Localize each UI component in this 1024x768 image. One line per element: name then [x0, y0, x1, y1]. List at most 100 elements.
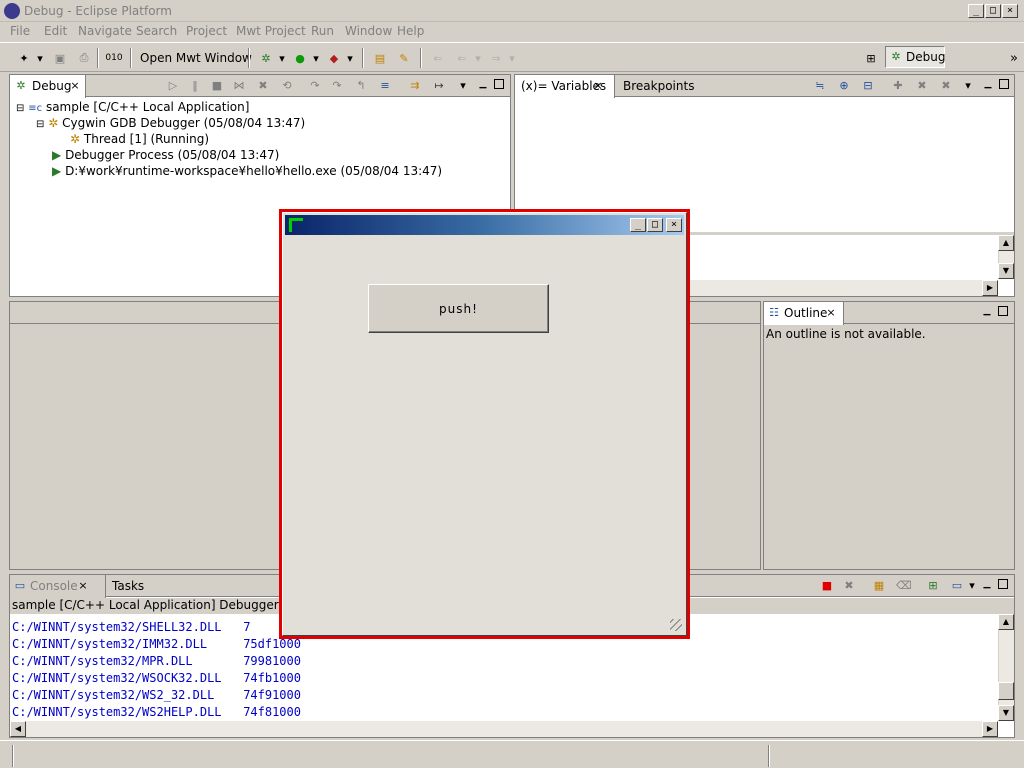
suspend-icon[interactable]: ‖ [188, 79, 202, 93]
tree-node[interactable]: ⊟ ≡c sample [C/C++ Local Application] [16, 100, 249, 114]
new-dropdown-icon[interactable]: ▾ [36, 50, 44, 66]
maximize-view-icon[interactable] [998, 579, 1008, 589]
maximize-view-icon[interactable] [999, 79, 1009, 89]
external-tools-dropdown-icon[interactable]: ▾ [346, 50, 354, 66]
mwt-titlebar[interactable]: _ □ × [285, 215, 684, 235]
remove-terminated-icon[interactable]: ✖ [256, 79, 270, 93]
terminate-icon[interactable]: ■ [820, 579, 834, 593]
mwt-maximize-button[interactable]: □ [647, 218, 663, 232]
instruction-step-icon[interactable]: ≡ [378, 79, 392, 93]
close-button[interactable]: × [1002, 4, 1018, 18]
save-icon[interactable]: ▣ [52, 50, 68, 66]
scroll-up-icon[interactable]: ▲ [998, 614, 1014, 630]
close-icon[interactable]: × [68, 79, 82, 93]
collapse-all-icon[interactable]: ⊟ [861, 79, 875, 93]
menu-mwt-project[interactable]: Mwt Project [236, 24, 306, 38]
menu-navigate[interactable]: Navigate [78, 24, 132, 38]
close-icon[interactable]: × [824, 306, 838, 320]
run-icon[interactable]: ● [292, 50, 308, 66]
tab-outline[interactable]: ☷ Outline × [764, 302, 844, 325]
debug-perspective-button[interactable]: ✲ Debug [885, 46, 945, 68]
run-dropdown-icon[interactable]: ▾ [312, 50, 320, 66]
debug-dropdown-icon[interactable]: ▾ [278, 50, 286, 66]
maximize-view-icon[interactable] [998, 306, 1008, 316]
minimize-button[interactable]: _ [968, 4, 984, 18]
menu-window[interactable]: Window [345, 24, 392, 38]
restart-icon[interactable]: ⟲ [280, 79, 294, 93]
tab-tasks[interactable]: Tasks [106, 575, 150, 597]
open-mwt-window-button[interactable]: Open Mwt Window [140, 51, 252, 65]
show-logical-structure-icon[interactable]: ⊕ [837, 79, 851, 93]
drop-to-frame-icon[interactable]: ↦ [432, 79, 446, 93]
print-icon[interactable]: ⎙ [76, 50, 92, 66]
step-filter-icon[interactable]: ⇉ [408, 79, 422, 93]
display-console-dropdown-icon[interactable]: ▾ [968, 579, 976, 593]
tree-node[interactable]: ▶ Debugger Process (05/08/04 13:47) [52, 148, 279, 162]
open-perspective-icon[interactable]: ⊞ [863, 50, 879, 66]
close-icon[interactable]: × [76, 579, 90, 593]
resize-grip-icon[interactable] [670, 619, 682, 631]
new-icon[interactable]: ✦ [16, 50, 32, 66]
external-tools-icon[interactable]: ◆ [326, 50, 342, 66]
scroll-lock-icon[interactable]: ▦ [872, 579, 886, 593]
open-folder-icon[interactable]: ▤ [372, 50, 388, 66]
back-icon[interactable]: ⇐ [454, 50, 470, 66]
clear-console-icon[interactable]: ⌫ [896, 579, 912, 593]
details-vertical-scrollbar[interactable]: ▲ ▼ [998, 235, 1014, 279]
menu-search[interactable]: Search [136, 24, 177, 38]
tab-variables[interactable]: (x)= Variables × [515, 75, 615, 98]
remove-all-globals-icon[interactable]: ✖ [939, 79, 953, 93]
tree-node[interactable]: ✲ Thread [1] (Running) [70, 132, 209, 146]
scroll-down-icon[interactable]: ▼ [998, 263, 1014, 279]
close-icon[interactable]: × [591, 79, 605, 93]
more-chevron-icon[interactable]: » [1006, 50, 1022, 66]
remove-launch-icon[interactable]: ✖ [842, 579, 856, 593]
display-console-icon[interactable]: ▭ [950, 579, 964, 593]
scroll-up-icon[interactable]: ▲ [998, 235, 1014, 251]
show-type-names-icon[interactable]: ≒ [813, 79, 827, 93]
maximize-button[interactable]: □ [985, 4, 1001, 18]
minimize-view-icon[interactable]: ▁ [478, 79, 488, 89]
minimize-view-icon[interactable]: ▁ [982, 579, 992, 589]
mwt-close-button[interactable]: × [666, 218, 682, 232]
terminate-icon[interactable]: ■ [210, 79, 224, 93]
view-menu-icon[interactable]: ▾ [456, 79, 470, 93]
pin-console-icon[interactable]: ⊞ [926, 579, 940, 593]
pencil-icon[interactable]: ✎ [396, 50, 412, 66]
menu-help[interactable]: Help [397, 24, 424, 38]
console-vertical-scrollbar[interactable]: ▲ ▼ [998, 614, 1014, 721]
minimize-view-icon[interactable]: ▁ [982, 306, 992, 316]
console-horizontal-scrollbar[interactable]: ◀ ▶ [10, 721, 998, 737]
scroll-thumb[interactable] [998, 682, 1014, 700]
scroll-right-icon[interactable]: ▶ [982, 280, 998, 296]
step-return-icon[interactable]: ↰ [354, 79, 368, 93]
push-button[interactable]: push! [368, 284, 549, 333]
add-global-icon[interactable]: ✚ [891, 79, 905, 93]
back-dropdown-icon[interactable]: ▾ [474, 50, 482, 66]
tab-console[interactable]: ▭ Console × [10, 575, 106, 598]
last-edit-icon[interactable]: ⇐ [430, 50, 446, 66]
resume-icon[interactable]: ▷ [166, 79, 180, 93]
tree-node[interactable]: ⊟ ✲ Cygwin GDB Debugger (05/08/04 13:47) [36, 116, 305, 130]
minimize-view-icon[interactable]: ▁ [983, 79, 993, 89]
menu-run[interactable]: Run [311, 24, 334, 38]
menu-file[interactable]: File [10, 24, 30, 38]
menu-edit[interactable]: Edit [44, 24, 67, 38]
maximize-view-icon[interactable] [494, 79, 504, 89]
tree-node[interactable]: ▶ D:¥work¥runtime-workspace¥hello¥hello.… [52, 164, 442, 178]
disconnect-icon[interactable]: ⋈ [232, 79, 246, 93]
forward-dropdown-icon[interactable]: ▾ [508, 50, 516, 66]
remove-global-icon[interactable]: ✖ [915, 79, 929, 93]
step-over-icon[interactable]: ↷ [330, 79, 344, 93]
tab-breakpoints[interactable]: Breakpoints [617, 75, 700, 97]
step-into-icon[interactable]: ↷ [308, 79, 322, 93]
tab-debug[interactable]: ✲ Debug × [10, 75, 86, 98]
scroll-right-icon[interactable]: ▶ [982, 721, 998, 737]
mwt-minimize-button[interactable]: _ [630, 218, 646, 232]
forward-icon[interactable]: ⇒ [488, 50, 504, 66]
scroll-down-icon[interactable]: ▼ [998, 705, 1014, 721]
scroll-left-icon[interactable]: ◀ [10, 721, 26, 737]
debug-icon[interactable]: ✲ [258, 50, 274, 66]
menu-project[interactable]: Project [186, 24, 227, 38]
binary-icon[interactable]: 010 [105, 50, 122, 66]
